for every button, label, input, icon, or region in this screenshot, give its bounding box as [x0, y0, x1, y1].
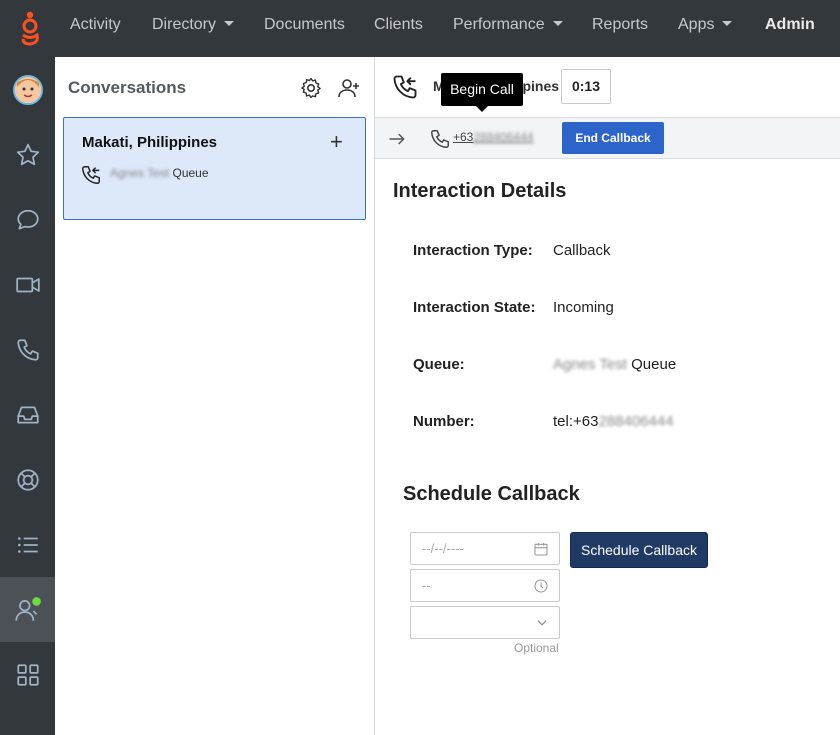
sidebar-favorites[interactable] — [0, 122, 55, 187]
phone-icon — [16, 338, 39, 361]
avatar — [12, 74, 43, 105]
optional-label: Optional — [514, 641, 559, 655]
nav-activity-label: Activity — [70, 16, 121, 33]
time-input[interactable]: -- — [410, 569, 560, 602]
apps-grid-icon — [16, 663, 39, 686]
conversation-card-title: Makati, Philippines — [82, 134, 218, 151]
begin-call-tooltip: Begin Call — [441, 73, 523, 112]
queue-value-suffix: Queue — [631, 356, 677, 373]
arrow-right-icon[interactable] — [387, 129, 407, 149]
number-value-blurred: 288406444 — [598, 413, 674, 430]
nav-apps[interactable]: Apps — [678, 0, 733, 50]
conversation-card[interactable]: Makati, Philippines + Agnes Test Queue — [63, 117, 366, 220]
sidebar-list[interactable] — [0, 512, 55, 577]
nav-admin-label: Admin — [765, 16, 815, 33]
genesys-logo-icon[interactable] — [14, 10, 46, 46]
nav-directory[interactable]: Directory — [152, 0, 235, 50]
phone-prefix: +63 — [453, 130, 474, 144]
queue-value-blurred: Agnes Test — [553, 356, 627, 373]
interaction-area: Makati, Philippines 0:13 Begin Call +632… — [375, 57, 840, 735]
queue-value: Agnes Test Queue — [553, 356, 676, 373]
support-icon — [16, 468, 39, 491]
nav-performance[interactable]: Performance — [453, 0, 563, 50]
chevron-down-icon — [537, 620, 547, 626]
interaction-header: Makati, Philippines 0:13 Begin Call — [375, 57, 840, 117]
settings-gear-icon[interactable] — [299, 76, 323, 100]
callback-icon — [82, 166, 100, 184]
video-icon — [15, 277, 40, 292]
schedule-callback-button[interactable]: Schedule Callback — [570, 532, 708, 568]
callback-icon — [393, 75, 417, 99]
phone-rest-blurred: 288406444 — [473, 130, 534, 144]
nav-performance-label: Performance — [453, 16, 545, 33]
nav-clients-label: Clients — [374, 16, 423, 33]
call-timer: 0:13 — [561, 69, 611, 104]
number-label: Number: — [413, 413, 475, 430]
queue-suffix: Queue — [172, 166, 209, 180]
add-participant-icon[interactable] — [337, 76, 361, 100]
left-sidebar — [0, 57, 55, 735]
queue-label: Queue: — [413, 356, 465, 373]
clock-icon[interactable] — [533, 578, 549, 594]
chevron-down-icon — [552, 21, 563, 27]
sidebar-chat[interactable] — [0, 187, 55, 252]
chat-icon — [16, 209, 39, 230]
phone-icon[interactable] — [429, 128, 451, 150]
call-toolbar: +63288406444 End Callback — [375, 117, 840, 159]
user-status-icon — [14, 596, 41, 621]
nav-documents[interactable]: Documents — [264, 0, 345, 50]
date-input[interactable]: --/--/---- — [410, 532, 560, 565]
nav-directory-label: Directory — [152, 16, 217, 33]
conversations-panel: Conversations Makati, Philippines + Agne… — [55, 57, 375, 735]
sidebar-support[interactable] — [0, 447, 55, 512]
conversations-title: Conversations — [68, 78, 187, 97]
interaction-type-value: Callback — [553, 242, 611, 259]
chevron-down-icon — [224, 21, 235, 27]
chevron-down-icon — [722, 21, 733, 27]
interaction-state-value: Incoming — [553, 299, 614, 316]
queue-name-blurred: Agnes Test — [110, 166, 170, 180]
list-icon — [17, 536, 38, 553]
sidebar-phone[interactable] — [0, 317, 55, 382]
interaction-type-label: Interaction Type: — [413, 242, 533, 259]
inbox-icon — [16, 406, 39, 423]
timezone-select[interactable] — [410, 606, 560, 639]
sidebar-inbox[interactable] — [0, 382, 55, 447]
sidebar-profile[interactable] — [0, 57, 55, 122]
top-navigation: Activity Directory Documents Clients Per… — [0, 0, 840, 57]
nav-apps-label: Apps — [678, 16, 715, 33]
conversation-card-queue: Agnes Test Queue — [110, 166, 209, 180]
time-placeholder: -- — [422, 578, 431, 593]
nav-activity[interactable]: Activity — [70, 0, 121, 50]
nav-reports[interactable]: Reports — [592, 0, 648, 50]
sidebar-user-status[interactable] — [0, 577, 55, 642]
end-callback-button[interactable]: End Callback — [562, 122, 664, 154]
sidebar-video[interactable] — [0, 252, 55, 317]
nav-documents-label: Documents — [264, 16, 345, 33]
star-icon — [16, 143, 39, 165]
number-value: tel:+63288406444 — [553, 413, 674, 430]
sidebar-apps[interactable] — [0, 642, 55, 707]
nav-admin[interactable]: Admin — [765, 0, 815, 50]
calendar-icon[interactable] — [533, 541, 549, 557]
phone-number-link[interactable]: +63288406444 — [453, 130, 533, 144]
date-placeholder: --/--/---- — [422, 541, 464, 556]
schedule-callback-title: Schedule Callback — [403, 483, 580, 505]
nav-reports-label: Reports — [592, 16, 649, 33]
interaction-details-title: Interaction Details — [393, 180, 567, 202]
number-value-prefix: tel:+63 — [553, 413, 599, 430]
interaction-state-label: Interaction State: — [413, 299, 536, 316]
nav-clients[interactable]: Clients — [374, 0, 423, 50]
plus-icon[interactable]: + — [330, 131, 343, 153]
